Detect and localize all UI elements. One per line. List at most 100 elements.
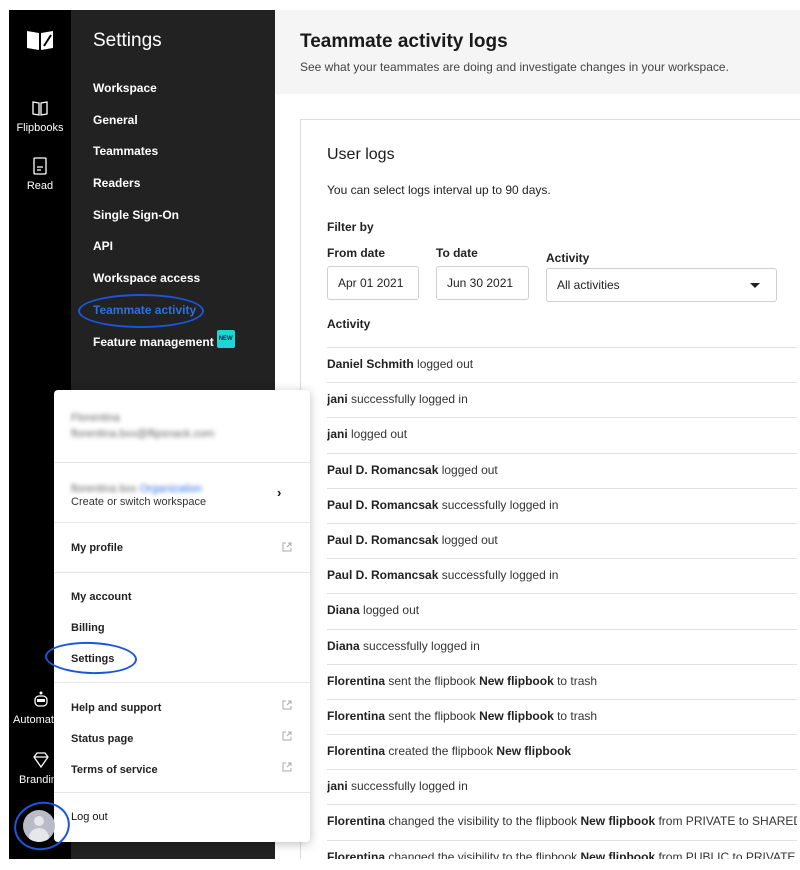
- log-user: Florentina: [327, 814, 386, 829]
- to-date-input[interactable]: Jun 30 2021: [436, 266, 529, 300]
- log-action: changed the visibility to the flipbook: [385, 849, 581, 859]
- activity-log-list: Daniel Schmith logged out jani successful…: [327, 347, 797, 859]
- activity-log-row: Florentina sent the flipbook New flipboo…: [327, 698, 797, 734]
- new-badge: NEW: [216, 329, 235, 348]
- log-tail: to trash: [553, 673, 598, 688]
- activity-log-row: jani successfully logged in: [327, 769, 797, 804]
- profile-section: My profile: [54, 522, 310, 572]
- account-menu-popup: Florentina florentina.bxx@flipsnack.com …: [54, 390, 310, 842]
- log-object: New flipbook: [479, 673, 554, 688]
- menu-log-out[interactable]: Log out: [71, 811, 108, 823]
- settings-item-sso[interactable]: Single Sign-On: [93, 207, 235, 239]
- app-window: Flipbooks Read Automati Brandin Settings…: [9, 10, 800, 859]
- activity-log-row: Paul D. Romancsak successfully logged in: [327, 487, 797, 523]
- menu-my-profile[interactable]: My profile: [71, 542, 123, 554]
- log-user: Florentina: [327, 744, 386, 759]
- log-object: New flipbook: [580, 814, 656, 829]
- menu-my-account[interactable]: My account: [71, 591, 132, 603]
- activity-filter-label: Activity: [546, 251, 590, 265]
- chevron-right-icon: ›: [277, 485, 282, 500]
- diamond-icon: [31, 750, 51, 770]
- interval-hint: You can select logs interval up to 90 da…: [327, 183, 551, 197]
- workspace-name: florentina bxx: [71, 483, 137, 495]
- activity-log-row: Paul D. Romancsak successfully logged in: [327, 558, 797, 593]
- log-user: Paul D. Romancsak: [327, 532, 439, 547]
- log-action: created the flipbook: [385, 744, 497, 759]
- activity-log-row: jani logged out: [327, 417, 797, 452]
- activity-log-row: Diana successfully logged in: [327, 628, 797, 664]
- activity-list-label: Activity: [327, 317, 371, 331]
- filter-label: Filter by: [327, 220, 374, 234]
- document-icon: [30, 156, 50, 176]
- settings-item-workspace[interactable]: Workspace: [93, 80, 235, 112]
- log-action: logged out: [438, 532, 498, 547]
- log-user: jani: [327, 427, 348, 442]
- menu-status-page[interactable]: Status page: [71, 733, 133, 745]
- main-content: Teammate activity logs See what your tea…: [275, 10, 800, 859]
- menu-help-support[interactable]: Help and support: [71, 702, 161, 714]
- rail-label: Read: [26, 180, 54, 192]
- page-header: Teammate activity logs See what your tea…: [275, 10, 800, 94]
- activity-log-row: Florentina created the flipbook New flip…: [327, 734, 797, 769]
- logout-section: Log out: [54, 792, 310, 842]
- log-user: Diana: [327, 638, 360, 653]
- log-action: sent the flipbook: [385, 673, 480, 688]
- settings-item-general[interactable]: General: [93, 112, 235, 144]
- rail-item-flipbooks[interactable]: Flipbooks: [9, 98, 71, 134]
- page-body: User logs You can select logs interval u…: [275, 94, 800, 859]
- activity-log-row: Diana logged out: [327, 593, 797, 628]
- settings-item-readers[interactable]: Readers: [93, 175, 235, 207]
- log-action: successfully logged in: [359, 638, 480, 653]
- log-user: Florentina: [327, 673, 386, 688]
- menu-billing[interactable]: Billing: [71, 622, 105, 634]
- workspace-action: Create or switch workspace: [71, 496, 207, 508]
- rail-label: Brandin: [19, 774, 57, 786]
- activity-log-row: Florentina changed the visibility to the…: [327, 804, 797, 839]
- log-user: jani: [327, 779, 348, 794]
- workspace-type: Organization: [139, 483, 202, 495]
- caret-down-icon: [750, 283, 760, 288]
- user-email: florentina.bxx@flipsnack.com: [71, 428, 215, 440]
- activity-select[interactable]: All activities: [546, 268, 777, 302]
- log-action: successfully logged in: [438, 497, 559, 512]
- log-tail: from PRIVATE to SHARED_: [655, 814, 797, 829]
- to-date-label: To date: [436, 246, 478, 260]
- annotation-circle: [78, 294, 204, 328]
- log-user: Florentina: [327, 849, 386, 859]
- log-user: Daniel Schmith: [327, 357, 414, 371]
- user-name: Florentina: [71, 412, 120, 424]
- settings-item-feature-management[interactable]: Feature management NEW: [93, 329, 235, 366]
- rail-label: Automati: [13, 714, 57, 726]
- page-subtitle: See what your teammates are doing and in…: [300, 60, 729, 74]
- log-user: Florentina: [327, 708, 386, 723]
- flipsnack-logo-icon[interactable]: [25, 28, 55, 52]
- workspace-switcher[interactable]: florentina bxx Organization Create or sw…: [54, 462, 310, 522]
- from-date-input[interactable]: Apr 01 2021: [327, 266, 419, 300]
- external-link-icon: [282, 542, 292, 552]
- log-user: Paul D. Romancsak: [327, 462, 439, 477]
- log-user: Diana: [327, 603, 360, 618]
- help-section: Help and support Status page Terms of se…: [54, 682, 310, 792]
- log-user: Paul D. Romancsak: [327, 568, 439, 583]
- settings-item-api[interactable]: API: [93, 238, 235, 270]
- log-action: changed the visibility to the flipbook: [385, 814, 581, 829]
- workspace-info: florentina bxx Organization: [71, 483, 202, 495]
- settings-item-label: Feature management: [93, 334, 214, 349]
- rail-label: Flipbooks: [16, 122, 64, 134]
- log-tail: from PUBLIC to PRIVATE: [655, 849, 796, 859]
- log-action: successfully logged in: [347, 392, 468, 407]
- log-action: successfully logged in: [347, 779, 468, 794]
- book-open-icon: [30, 98, 50, 118]
- external-link-icon: [282, 731, 292, 741]
- from-date-label: From date: [327, 246, 386, 260]
- activity-log-row: Florentina changed the visibility to the…: [327, 839, 797, 859]
- menu-terms[interactable]: Terms of service: [71, 764, 158, 776]
- log-action: sent the flipbook: [385, 708, 480, 723]
- user-logs-card: User logs You can select logs interval u…: [300, 119, 800, 859]
- rail-item-read[interactable]: Read: [9, 156, 71, 192]
- settings-item-teammates[interactable]: Teammates: [93, 143, 235, 175]
- settings-title: Settings: [93, 30, 162, 51]
- log-action: successfully logged in: [438, 568, 559, 583]
- activity-log-row: Florentina sent the flipbook New flipboo…: [327, 663, 797, 699]
- activity-log-row: Daniel Schmith logged out: [327, 347, 797, 382]
